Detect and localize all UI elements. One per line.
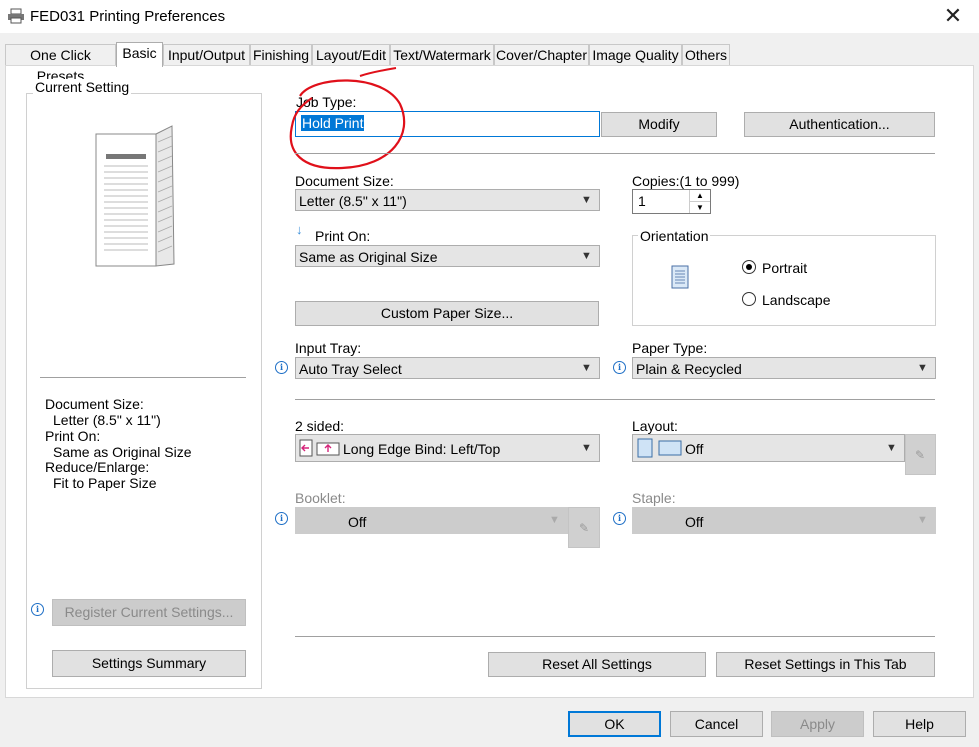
tab-layout-edit[interactable]: Layout/Edit xyxy=(312,44,390,65)
document-preview-icon xyxy=(92,122,178,273)
booklet-edit-button[interactable]: ✎ xyxy=(568,507,600,548)
paper-type-info-icon: i xyxy=(613,361,626,374)
layout-value: Off xyxy=(685,441,704,457)
current-setting-divider xyxy=(40,377,246,378)
document-size-value: Letter (8.5" x 11") xyxy=(299,193,407,209)
title-bar: FED031 Printing Preferences ✕ xyxy=(0,0,979,33)
chevron-down-icon: ▼ xyxy=(917,514,928,526)
pencil-icon: ✎ xyxy=(915,448,926,462)
summary-reduce-label: Reduce/Enlarge: xyxy=(45,459,150,475)
booklet-label: Booklet: xyxy=(295,490,346,506)
document-size-select[interactable]: Letter (8.5" x 11") ▼ xyxy=(295,189,600,211)
copies-label: Copies:(1 to 999) xyxy=(632,173,740,189)
middle-divider xyxy=(295,399,935,400)
landscape-label: Landscape xyxy=(762,292,831,308)
chevron-down-icon: ▼ xyxy=(917,362,928,374)
staple-value: Off xyxy=(685,514,704,530)
layout-label: Layout: xyxy=(632,418,678,434)
summary-doc-size-label: Document Size: xyxy=(45,396,144,412)
portrait-label: Portrait xyxy=(762,260,808,276)
printer-icon xyxy=(7,8,25,27)
close-icon[interactable]: ✕ xyxy=(940,4,966,28)
tab-finishing[interactable]: Finishing xyxy=(250,44,312,65)
summary-reduce-value: Fit to Paper Size xyxy=(53,475,157,491)
document-size-label: Document Size: xyxy=(295,173,394,189)
ok-button[interactable]: OK xyxy=(568,711,661,737)
tab-image-quality[interactable]: Image Quality xyxy=(589,44,682,65)
paper-type-label: Paper Type: xyxy=(632,340,708,356)
reset-settings-tab-button[interactable]: Reset Settings in This Tab xyxy=(716,652,935,677)
chevron-down-icon: ▼ xyxy=(581,362,592,374)
cancel-button[interactable]: Cancel xyxy=(670,711,763,737)
chevron-down-icon: ▼ xyxy=(549,514,560,526)
staple-info-icon: i xyxy=(613,512,626,525)
pencil-icon: ✎ xyxy=(579,521,590,535)
duplex-icon xyxy=(299,439,341,460)
chevron-down-icon: ▼ xyxy=(581,442,592,454)
arrow-down-icon: ↓ xyxy=(296,222,303,237)
window-title: FED031 Printing Preferences xyxy=(30,8,226,25)
paper-type-value: Plain & Recycled xyxy=(636,361,742,377)
print-on-label: Print On: xyxy=(315,228,371,244)
layout-select[interactable]: Off ▼ xyxy=(632,434,905,462)
booklet-select[interactable]: Off ▼ xyxy=(295,507,568,534)
help-button[interactable]: Help xyxy=(873,711,966,737)
register-current-settings-button[interactable]: Register Current Settings... xyxy=(52,599,246,626)
radio-selected-icon xyxy=(742,260,756,274)
input-tray-value: Auto Tray Select xyxy=(299,361,402,377)
tab-others[interactable]: Others xyxy=(682,44,730,65)
chevron-down-icon: ▼ xyxy=(886,442,897,454)
two-sided-label: 2 sided: xyxy=(295,418,345,434)
staple-label: Staple: xyxy=(632,490,676,506)
paper-type-select[interactable]: Plain & Recycled ▼ xyxy=(632,357,936,379)
tab-input-output[interactable]: Input/Output xyxy=(163,44,250,65)
orientation-label: Orientation xyxy=(638,228,711,244)
input-tray-info-icon: i xyxy=(275,361,288,374)
staple-select[interactable]: Off ▼ xyxy=(632,507,936,534)
print-on-value: Same as Original Size xyxy=(299,249,438,265)
tab-text-watermark[interactable]: Text/Watermark xyxy=(390,44,494,65)
summary-doc-size-value: Letter (8.5" x 11") xyxy=(53,412,161,428)
input-tray-select[interactable]: Auto Tray Select ▼ xyxy=(295,357,600,379)
copies-stepper[interactable]: 1 ▲ ▼ xyxy=(632,189,711,214)
chevron-down-icon: ▼ xyxy=(581,250,592,262)
chevron-down-icon: ▼ xyxy=(581,194,592,206)
apply-button[interactable]: Apply xyxy=(771,711,864,737)
summary-print-on-label: Print On: xyxy=(45,428,101,444)
modify-button[interactable]: Modify xyxy=(601,112,717,137)
authentication-button[interactable]: Authentication... xyxy=(744,112,935,137)
copies-value: 1 xyxy=(638,193,646,209)
stepper-up-icon[interactable]: ▲ xyxy=(689,190,710,202)
annotation-circle xyxy=(289,67,406,170)
layout-edit-button[interactable]: ✎ xyxy=(905,434,936,475)
two-sided-select[interactable]: Long Edge Bind: Left/Top ▼ xyxy=(295,434,600,462)
layout-pages-icon xyxy=(637,438,683,461)
input-tray-label: Input Tray: xyxy=(295,340,362,356)
booklet-value: Off xyxy=(348,514,367,530)
booklet-info-icon: i xyxy=(275,512,288,525)
bottom-divider xyxy=(295,636,935,637)
stepper-down-icon[interactable]: ▼ xyxy=(689,202,710,213)
print-on-select[interactable]: Same as Original Size ▼ xyxy=(295,245,600,267)
current-setting-title: Current Setting xyxy=(33,79,132,95)
summary-print-on-value: Same as Original Size xyxy=(53,444,192,460)
register-info-icon: i xyxy=(31,603,44,616)
portrait-page-icon xyxy=(671,265,689,292)
tab-basic[interactable]: Basic xyxy=(116,42,163,67)
tab-one-click-presets[interactable]: One Click Presets xyxy=(5,44,116,84)
tab-cover-chapter[interactable]: Cover/Chapter xyxy=(494,44,589,65)
settings-summary-button[interactable]: Settings Summary xyxy=(52,650,246,677)
custom-paper-size-button[interactable]: Custom Paper Size... xyxy=(295,301,599,326)
radio-unselected-icon xyxy=(742,292,756,306)
two-sided-value: Long Edge Bind: Left/Top xyxy=(343,441,501,457)
reset-all-settings-button[interactable]: Reset All Settings xyxy=(488,652,706,677)
job-type-divider xyxy=(295,153,935,154)
